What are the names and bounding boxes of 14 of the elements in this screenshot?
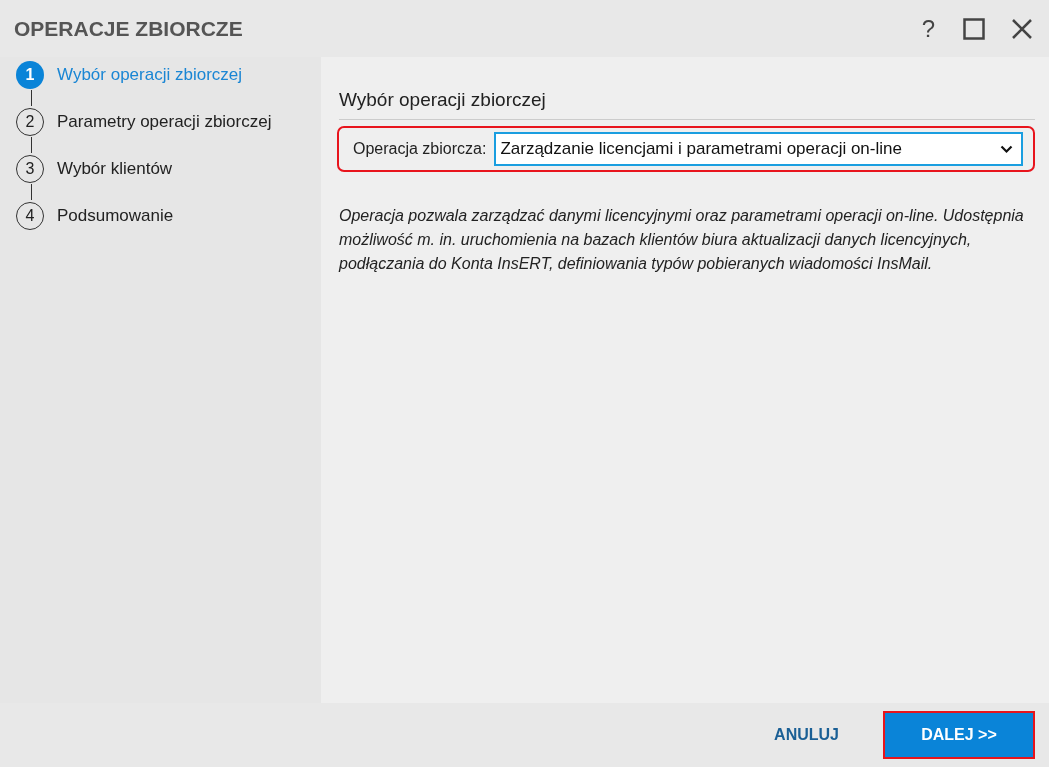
step-label[interactable]: Wybór klientów: [57, 158, 173, 179]
field-label: Operacja zbiorcza:: [353, 140, 487, 158]
section-title: Wybór operacji zbiorczej: [339, 89, 1035, 120]
chevron-icon: [1000, 144, 1013, 154]
window-title: OPERACJE ZBIORCZE: [14, 16, 244, 41]
maximize-icon[interactable]: [961, 15, 987, 42]
description-text: Operacja pozwala zarządzać danymi licencyjnymi oraz parametrami operacji on-line. Udostępnia możliwość m. in. uruchomienia na bazach klientów biura aktualizacji danych licencyjnych, podłączania do Konta InsERT, definiowania typów pobieranych wiadomości InsMail.: [339, 206, 1025, 274]
step-number: 1: [16, 60, 44, 89]
step-label[interactable]: Podsumowanie: [57, 205, 174, 226]
cancel-button[interactable]: ANULUJ: [768, 711, 845, 759]
operation-dropdown[interactable]: Zarządzanie licencjami i parametrami operacji on-line: [494, 132, 1023, 166]
step-label[interactable]: Parametry operacji zbiorczej: [57, 111, 272, 132]
next-button[interactable]: DALEJ >>: [883, 711, 1035, 759]
help-button[interactable]: ?: [917, 14, 939, 43]
